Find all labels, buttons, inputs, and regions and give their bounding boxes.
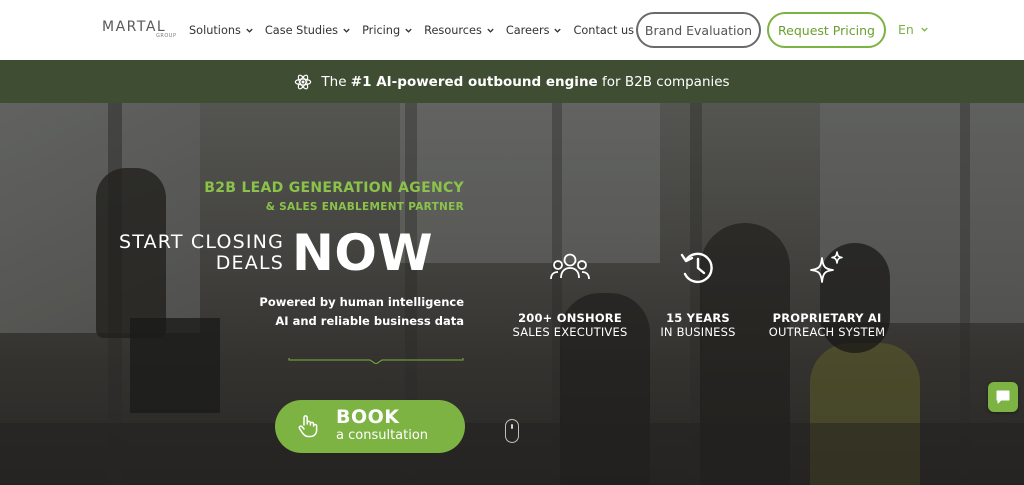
book-consultation-button[interactable]: BOOK a consultation [275, 400, 465, 453]
nav-label: Pricing [362, 23, 401, 37]
history-clock-icon [680, 252, 713, 284]
chevron-down-icon [921, 27, 928, 32]
nav-item-careers[interactable]: Careers [506, 24, 563, 37]
nav-label: Solutions [189, 23, 241, 37]
scroll-mouse-icon[interactable] [505, 419, 519, 443]
hero-headline-line2: DEALS [215, 252, 284, 274]
nav-label: Contact us [573, 23, 635, 37]
atom-icon [295, 74, 312, 89]
hero-tagline-line1: Powered by human intelligence [259, 295, 464, 309]
chat-bubble-icon [996, 390, 1010, 404]
nav-item-solutions[interactable]: Solutions [189, 24, 254, 37]
chevron-down-icon [343, 28, 350, 33]
stat-title: PROPRIETARY AI [772, 311, 882, 325]
pointer-hand-icon [298, 415, 318, 438]
decorative-divider [288, 358, 464, 364]
banner-text-prefix: The [321, 73, 351, 90]
hero-headline-line1: START CLOSING [119, 231, 284, 253]
book-button-label: BOOK [336, 406, 400, 428]
stat-title: 15 YEARS [666, 311, 730, 325]
nav-label: Careers [505, 23, 550, 37]
banner-text-bold: #1 AI-powered outbound engine [350, 73, 598, 90]
nav-item-contact-us[interactable]: Contact us [573, 24, 634, 37]
site-header: MARTAL GROUP Solutions Case Studies Pric… [0, 0, 1024, 60]
language-label: En [898, 22, 914, 37]
nav-label: Case Studies [264, 23, 339, 37]
announcement-banner: The #1 AI-powered outbound engine for B2… [0, 60, 1024, 103]
brand-evaluation-button[interactable]: Brand Evaluation [636, 12, 761, 48]
hero-tagline-line2: AI and reliable business data [275, 314, 464, 328]
stat-subtitle: SALES EXECUTIVES [512, 325, 628, 339]
hero-tagline: Powered by human intelligence AI and rel… [259, 293, 464, 331]
hero-headline-now: NOW [292, 224, 434, 282]
language-selector[interactable]: En [898, 22, 929, 37]
chevron-down-icon [487, 28, 494, 33]
stat-title: 200+ ONSHORE [518, 311, 622, 325]
team-icon [550, 253, 590, 280]
hero-headline-small: START CLOSING DEALS [119, 232, 284, 274]
request-pricing-button[interactable]: Request Pricing [767, 12, 886, 48]
nav-label: Resources [424, 23, 482, 37]
chevron-down-icon [246, 28, 253, 33]
chevron-down-icon [405, 28, 412, 33]
logo-subtext: GROUP [156, 33, 177, 39]
main-nav: Solutions Case Studies Pricing Resources… [189, 22, 634, 38]
hero-section: B2B LEAD GENERATION AGENCY & SALES ENABL… [0, 103, 1024, 485]
stat-subtitle: IN BUSINESS [660, 325, 736, 339]
banner-text-suffix: for B2B companies [597, 73, 730, 90]
chevron-down-icon [554, 28, 562, 33]
nav-item-resources[interactable]: Resources [424, 24, 495, 37]
nav-item-case-studies[interactable]: Case Studies [265, 24, 351, 37]
sparkles-icon [810, 251, 843, 283]
hero-eyebrow-line2: & SALES ENABLEMENT PARTNER [265, 201, 464, 213]
scroll-wheel [511, 424, 513, 429]
stat-subtitle: OUTREACH SYSTEM [768, 325, 886, 339]
martal-logo[interactable]: MARTAL GROUP [102, 19, 182, 41]
nav-item-pricing[interactable]: Pricing [362, 24, 413, 37]
banner-text: The #1 AI-powered outbound engine for B2… [321, 74, 729, 90]
chat-widget-button[interactable] [988, 382, 1018, 412]
book-button-sublabel: a consultation [336, 428, 429, 443]
hero-eyebrow-line1: B2B LEAD GENERATION AGENCY [204, 180, 464, 196]
